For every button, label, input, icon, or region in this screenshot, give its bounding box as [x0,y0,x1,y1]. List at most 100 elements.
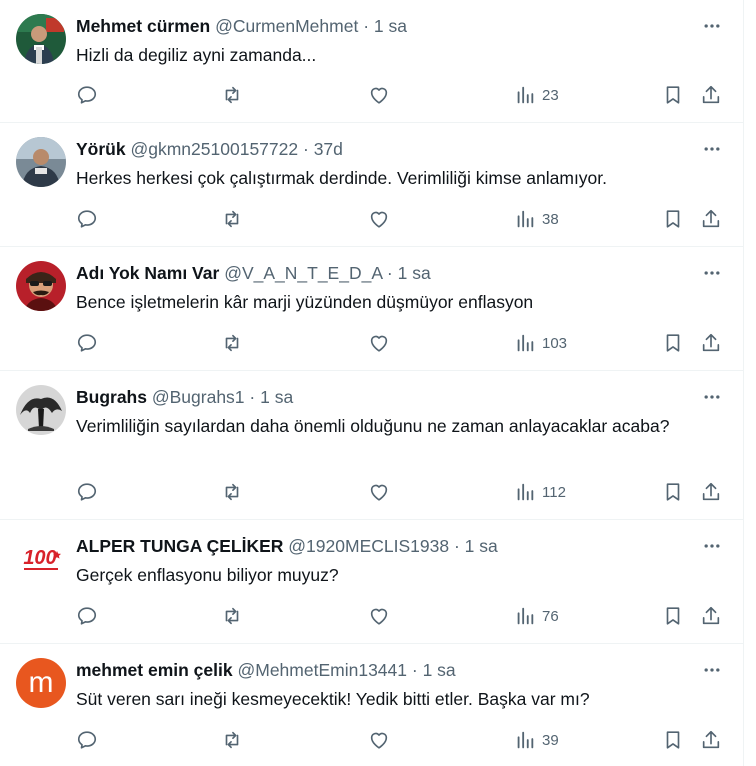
share-icon [702,333,720,352]
more-options-button[interactable] [699,659,725,681]
tweet-header: Mehmet cürmen @CurmenMehmet · 1 sa [76,15,683,37]
tweet-header: ALPER TUNGA ÇELİKER @1920MECLIS1938 · 1 … [76,535,683,557]
view-count: 112 [542,483,566,501]
more-icon [704,271,720,275]
author-handle[interactable]: @CurmenMehmet [215,16,358,36]
retweet-button[interactable] [221,728,243,752]
tweet[interactable]: Bugrahs @Bugrahs1 · 1 sa Verimliliğin sa… [0,371,743,520]
timestamp[interactable]: 1 sa [260,387,293,407]
retweet-icon [225,210,239,228]
timestamp[interactable]: 1 sa [465,536,498,556]
author-name[interactable]: ALPER TUNGA ÇELİKER [76,536,283,556]
bookmark-button[interactable] [662,83,684,107]
bookmark-icon [666,210,680,228]
retweet-button[interactable] [221,331,243,355]
author-handle[interactable]: @MehmetEmin13441 [237,660,407,680]
avatar[interactable] [16,14,66,64]
timestamp[interactable]: 37d [314,139,343,159]
views-button[interactable]: 103 [514,331,567,355]
reply-button[interactable] [76,480,98,504]
tweet-header: mehmet emin çelik @MehmetEmin13441 · 1 s… [76,659,683,681]
author-name[interactable]: Adı Yok Namı Var [76,263,219,283]
bookmark-button[interactable] [662,480,684,504]
reply-button[interactable] [76,83,98,107]
more-options-button[interactable] [699,138,725,160]
tweet-header: Yörük @gkmn25100157722 · 37d [76,138,683,160]
more-options-button[interactable] [699,15,725,37]
views-button[interactable]: 23 [514,83,559,107]
more-options-button[interactable] [699,262,725,284]
tweet-text: Gerçek enflasyonu biliyor muyuz? [76,565,339,585]
views-button[interactable]: 39 [514,728,559,752]
like-button[interactable] [368,480,390,504]
bookmark-button[interactable] [662,728,684,752]
tweet-header: Bugrahs @Bugrahs1 · 1 sa [76,386,683,408]
tweet-text: Verimliliğin sayılardan daha önemli oldu… [76,416,670,436]
avatar[interactable] [16,385,66,435]
more-options-button[interactable] [699,535,725,557]
more-options-button[interactable] [699,386,725,408]
heart-icon [370,484,388,501]
author-handle[interactable]: @Bugrahs1 [152,387,245,407]
bookmark-button[interactable] [662,331,684,355]
author-handle[interactable]: @1920MECLIS1938 [288,536,449,556]
like-button[interactable] [368,331,390,355]
bookmark-button[interactable] [662,604,684,628]
like-button[interactable] [368,728,390,752]
author-name[interactable]: Yörük [76,139,126,159]
more-icon [704,395,720,399]
like-button[interactable] [368,604,390,628]
reply-button[interactable] [76,331,98,355]
retweet-button[interactable] [221,480,243,504]
timestamp[interactable]: 1 sa [398,263,431,283]
view-count: 23 [542,86,559,104]
share-button[interactable] [700,728,722,752]
timestamp[interactable]: 1 sa [374,16,407,36]
share-button[interactable] [700,604,722,628]
like-button[interactable] [368,207,390,231]
reply-feed: Mehmet cürmen @CurmenMehmet · 1 sa Hizli… [0,0,743,766]
avatar[interactable]: m [16,658,66,708]
separator: · [363,16,370,36]
avatar-logo-text: 100 [23,547,56,569]
action-bar: 103 [76,331,721,355]
bookmark-button[interactable] [662,207,684,231]
author-name[interactable]: Mehmet cürmen [76,16,210,36]
avatar[interactable] [16,261,66,311]
author-handle[interactable]: @gkmn25100157722 [130,139,298,159]
tweet[interactable]: Yörük @gkmn25100157722 · 37d Herkes herk… [0,123,743,247]
reply-button[interactable] [76,604,98,628]
bookmark-icon [666,607,680,625]
reply-button[interactable] [76,728,98,752]
action-bar: 76 [76,604,721,628]
tweet[interactable]: 100 ALPER TUNGA ÇELİKER @1920MECLIS1938 … [0,520,743,644]
bookmark-icon [666,731,680,749]
avatar[interactable]: 100 [16,534,66,584]
avatar[interactable] [16,137,66,187]
author-name[interactable]: Bugrahs [76,387,147,407]
views-button[interactable]: 38 [514,207,559,231]
share-button[interactable] [700,331,722,355]
like-button[interactable] [368,83,390,107]
share-button[interactable] [700,207,722,231]
heart-icon [370,608,388,625]
retweet-button[interactable] [221,207,243,231]
retweet-button[interactable] [221,604,243,628]
author-name[interactable]: mehmet emin çelik [76,660,233,680]
tweet[interactable]: m mehmet emin çelik @MehmetEmin13441 · 1… [0,644,743,766]
reply-button[interactable] [76,207,98,231]
views-chart-icon [517,210,534,228]
share-button[interactable] [700,83,722,107]
timestamp[interactable]: 1 sa [423,660,456,680]
share-button[interactable] [700,480,722,504]
tweet[interactable]: Adı Yok Namı Var @V_A_N_T_E_D_A · 1 sa B… [0,247,743,371]
retweet-button[interactable] [221,83,243,107]
tweet-text: Herkes herkesi çok çalıştırmak derdinde.… [76,168,608,188]
tweet[interactable]: Mehmet cürmen @CurmenMehmet · 1 sa Hizli… [0,0,743,123]
author-handle[interactable]: @V_A_N_T_E_D_A [224,263,382,283]
views-button[interactable]: 76 [514,604,559,628]
views-button[interactable]: 112 [514,480,566,504]
share-icon [702,482,720,501]
retweet-icon [225,86,239,104]
reply-icon [77,607,97,625]
